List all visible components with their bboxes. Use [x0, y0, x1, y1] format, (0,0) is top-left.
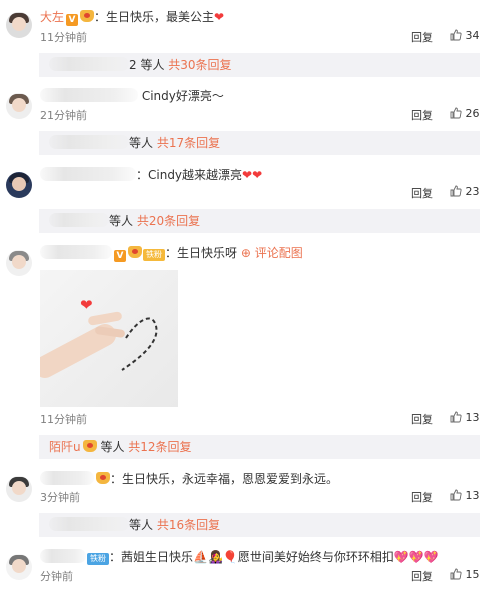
reply-summary[interactable]: 等人 共20条回复 — [39, 209, 480, 233]
like-count: 15 — [465, 568, 480, 581]
like-button[interactable]: 13 — [450, 411, 484, 424]
thumb-up-icon — [450, 107, 462, 119]
blurred-username — [40, 245, 112, 259]
blurred-username — [49, 517, 129, 531]
reply-summary[interactable]: 等人 共17条回复 — [39, 131, 480, 155]
like-button[interactable]: 13 — [450, 489, 484, 502]
comment-line: ：Cindy越来越漂亮❤❤ — [40, 166, 481, 184]
reply-button[interactable]: 回复 — [411, 185, 433, 201]
emoji-icons: ⛵👩‍🎤🎈 — [193, 550, 238, 564]
fan-badge: 铁粉 — [87, 553, 109, 565]
comment-line: ：生日快乐，永远幸福，恩恩爱爱到永远。 — [40, 470, 481, 488]
like-count: 26 — [465, 107, 480, 120]
avatar[interactable] — [6, 250, 32, 276]
avatar[interactable] — [6, 93, 32, 119]
reply-button[interactable]: 回复 — [411, 489, 433, 505]
comment-time: 3分钟前 — [40, 491, 80, 504]
comment-line: 大左 V ：生日快乐，最美公主❤ — [40, 8, 481, 26]
v-badge-icon: V — [114, 250, 126, 262]
blurred-username — [40, 471, 94, 485]
comment-text-tail: 愿世间美好始终与你环环相扣 — [237, 550, 394, 564]
like-count: 13 — [465, 489, 480, 502]
blurred-username — [40, 549, 86, 563]
heart-icon: ❤ — [214, 10, 225, 24]
fan-badge: 铁粉 — [143, 249, 165, 261]
comment-text: Cindy好漂亮～ — [141, 89, 224, 103]
comment-image-link[interactable]: ⊕ 评论配图 — [241, 246, 303, 260]
comment-text: ：Cindy越来越漂亮 — [136, 168, 243, 182]
like-button[interactable]: 26 — [450, 107, 484, 120]
like-button[interactable]: 15 — [450, 568, 484, 581]
comment-line: V 铁粉 ：生日快乐呀 ⊕ 评论配图 — [40, 244, 481, 262]
avatar[interactable] — [6, 172, 32, 198]
v-badge-icon: V — [66, 14, 79, 26]
reply-total-link[interactable]: 共12条回复 — [128, 440, 191, 454]
reply-button[interactable]: 回复 — [411, 411, 433, 427]
blurred-username — [40, 88, 138, 102]
heart-icon: 💖💖💖 — [393, 550, 439, 564]
thumb-up-icon — [450, 411, 462, 423]
blurred-username — [49, 135, 129, 149]
crown-icon — [128, 246, 142, 258]
reply-button[interactable]: 回复 — [411, 568, 433, 584]
avatar[interactable] — [6, 554, 32, 580]
blurred-username — [40, 167, 136, 181]
like-button[interactable]: 23 — [450, 185, 484, 198]
reply-total-link[interactable]: 共16条回复 — [157, 518, 220, 532]
comment-text: ：生日快乐，最美公主 — [94, 10, 215, 24]
thumb-up-icon — [450, 568, 462, 580]
like-button[interactable]: 34 — [450, 29, 484, 42]
crown-icon — [80, 10, 95, 22]
reply-total-link[interactable]: 共20条回复 — [137, 214, 200, 228]
heart-icon: ❤❤ — [242, 168, 263, 182]
reply-summary[interactable]: 2 等人 共30条回复 — [39, 53, 480, 77]
comment-text: ：生日快乐，永远幸福，恩恩爱爱到永远。 — [110, 472, 339, 486]
comment-username[interactable]: 大左 — [40, 10, 64, 24]
comment-text: ：茜姐生日快乐 — [109, 550, 194, 564]
reply-button[interactable]: 回复 — [411, 107, 433, 123]
avatar[interactable] — [6, 12, 32, 38]
comment-time: 11分钟前 — [40, 31, 87, 44]
comment-text: ：生日快乐呀 — [165, 246, 238, 260]
comment-line: Cindy好漂亮～ — [40, 87, 481, 105]
like-count: 23 — [465, 185, 480, 198]
comment-time: 分钟前 — [40, 570, 73, 583]
reply-username[interactable]: 陌阡u — [49, 440, 81, 454]
reply-summary[interactable]: 陌阡u 等人 共12条回复 — [39, 435, 480, 459]
thumb-up-icon — [450, 185, 462, 197]
like-count: 13 — [465, 411, 480, 424]
comment-line: 铁粉 ：茜姐生日快乐⛵👩‍🎤🎈愿世间美好始终与你环环相扣💖💖💖 — [40, 548, 481, 566]
reply-button[interactable]: 回复 — [411, 29, 433, 45]
comment-time: 11分钟前 — [40, 413, 87, 426]
like-count: 34 — [465, 29, 480, 42]
comment-time: 21分钟前 — [40, 109, 87, 122]
thumb-up-icon — [450, 29, 462, 41]
blurred-username — [49, 57, 129, 71]
crown-icon — [82, 440, 97, 452]
reply-total-link[interactable]: 共30条回复 — [168, 58, 231, 72]
thumb-up-icon — [450, 489, 462, 501]
avatar[interactable] — [6, 476, 32, 502]
crown-icon — [96, 472, 110, 484]
reply-total-link[interactable]: 共17条回复 — [157, 136, 220, 150]
comment-image[interactable]: ❤ — [40, 270, 178, 407]
blurred-username — [49, 213, 109, 227]
reply-summary[interactable]: 等人 共16条回复 — [39, 513, 480, 537]
